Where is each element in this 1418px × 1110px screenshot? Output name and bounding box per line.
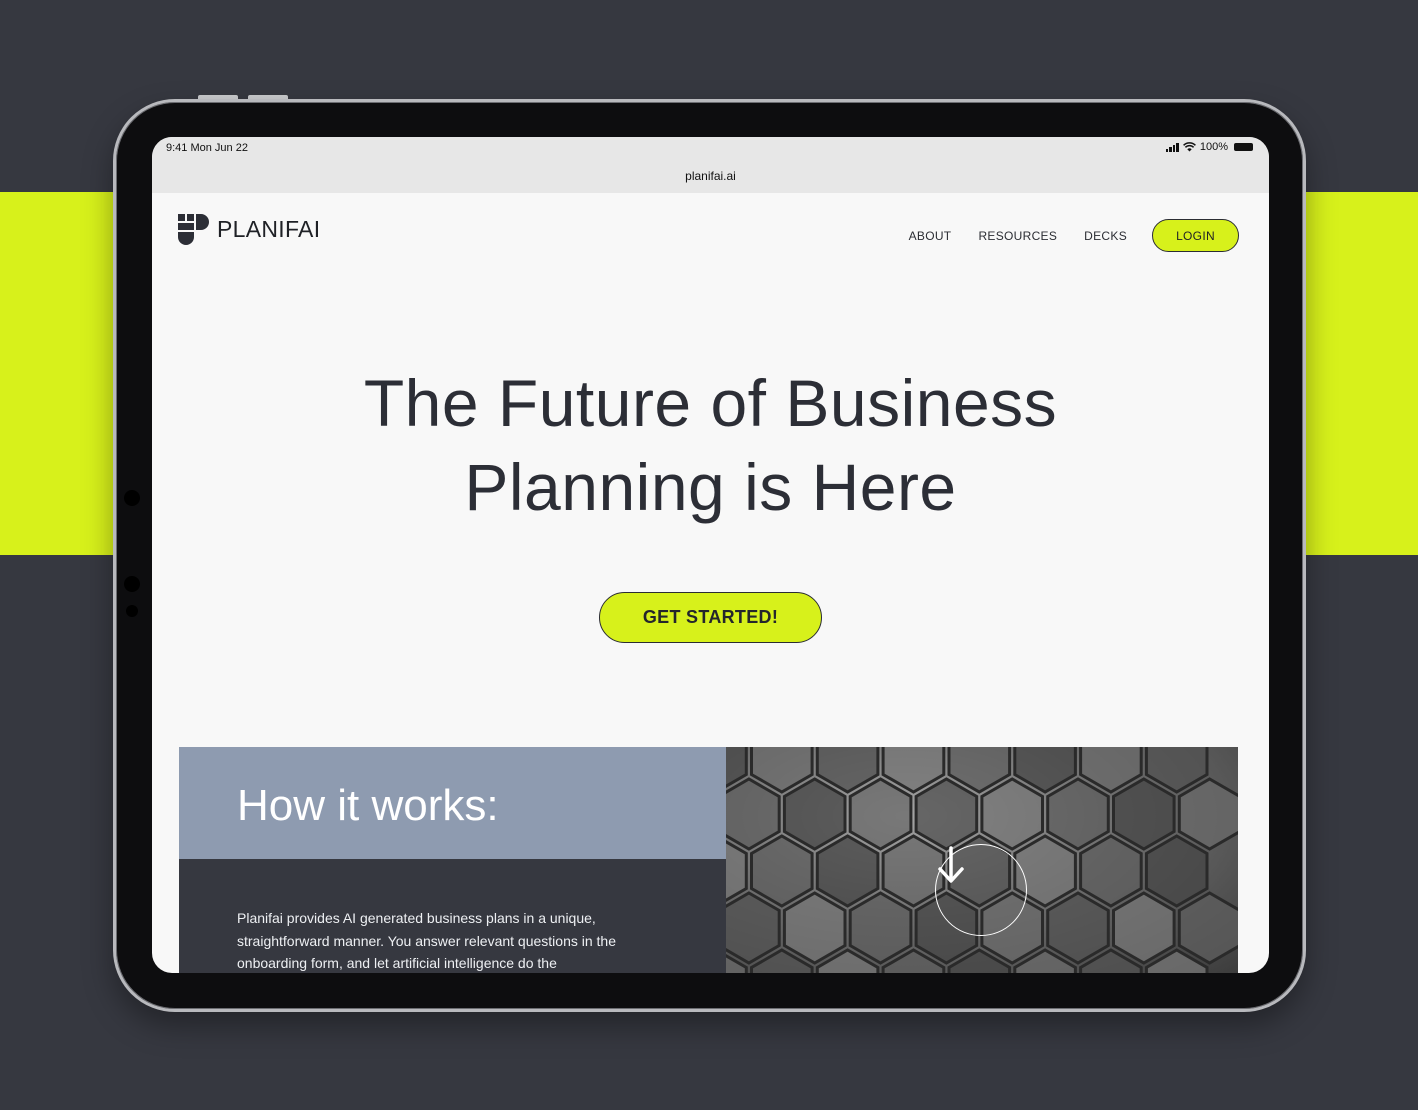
nav-item-about[interactable]: ABOUT: [909, 229, 952, 243]
wifi-icon: [1182, 142, 1196, 152]
how-it-works-body: Planifai provides AI generated business …: [179, 859, 726, 973]
hexagon-image: [726, 747, 1238, 973]
scroll-down-button[interactable]: [935, 844, 1027, 936]
planifai-logo-icon: [178, 214, 209, 245]
hexagon-tile: [1144, 834, 1209, 908]
main-nav: ABOUT RESOURCES DECKS LOGIN: [882, 219, 1239, 252]
hexagon-tile: [1112, 891, 1176, 965]
url-bar[interactable]: planifai.ai: [152, 169, 1269, 183]
how-it-works-text: Planifai provides AI generated business …: [237, 910, 617, 971]
status-bar: 9:41 Mon Jun 22 100% planifai.ai: [152, 137, 1269, 193]
hexagon-tile: [848, 777, 913, 851]
hexagon-tile: [782, 891, 847, 965]
arrow-down-icon: [938, 846, 964, 883]
hexagon-tile: [848, 891, 913, 965]
side-sensor: [124, 576, 140, 592]
hexagon-tile: [1112, 777, 1176, 851]
battery-icon: [1234, 143, 1253, 151]
hexagon-tile: [1046, 891, 1110, 965]
login-button[interactable]: LOGIN: [1152, 219, 1239, 252]
hexagon-tile: [726, 891, 781, 965]
hexagon-tile: [980, 777, 1044, 851]
hexagon-tile: [1177, 891, 1238, 965]
nav-item-decks[interactable]: DECKS: [1084, 229, 1127, 243]
hexagon-tile: [1079, 834, 1143, 908]
hexagon-tile: [815, 834, 880, 908]
get-started-button[interactable]: GET STARTED!: [599, 592, 822, 643]
hexagon-tile: [914, 777, 979, 851]
brand-name: PLANIFAI: [217, 216, 321, 242]
hexagon-tile: [750, 834, 814, 908]
how-it-works-header: How it works:: [179, 747, 726, 859]
nav-item-resources[interactable]: RESOURCES: [978, 229, 1057, 243]
hexagon-tile: [1177, 777, 1238, 851]
brand-logo[interactable]: PLANIFAI: [178, 214, 320, 245]
hexagon-tile: [1046, 777, 1110, 851]
hexagon-tile: [782, 777, 847, 851]
browser-screen: 9:41 Mon Jun 22 100% planifai.ai PLANIFA…: [152, 137, 1269, 973]
status-time: 9:41 Mon Jun 22: [166, 142, 248, 154]
side-sensor: [124, 490, 140, 506]
status-indicators: 100%: [1165, 141, 1253, 153]
hero-title: The Future of Business Planning is Here: [152, 361, 1269, 529]
hexagon-tile: [726, 777, 781, 851]
signal-icon: [1165, 142, 1179, 152]
battery-percent: 100%: [1199, 141, 1228, 153]
how-it-works-title: How it works:: [237, 781, 499, 830]
side-sensor: [126, 605, 138, 617]
hero-title-line-2: Planning is Here: [464, 450, 957, 524]
hero-title-line-1: The Future of Business: [363, 366, 1058, 440]
